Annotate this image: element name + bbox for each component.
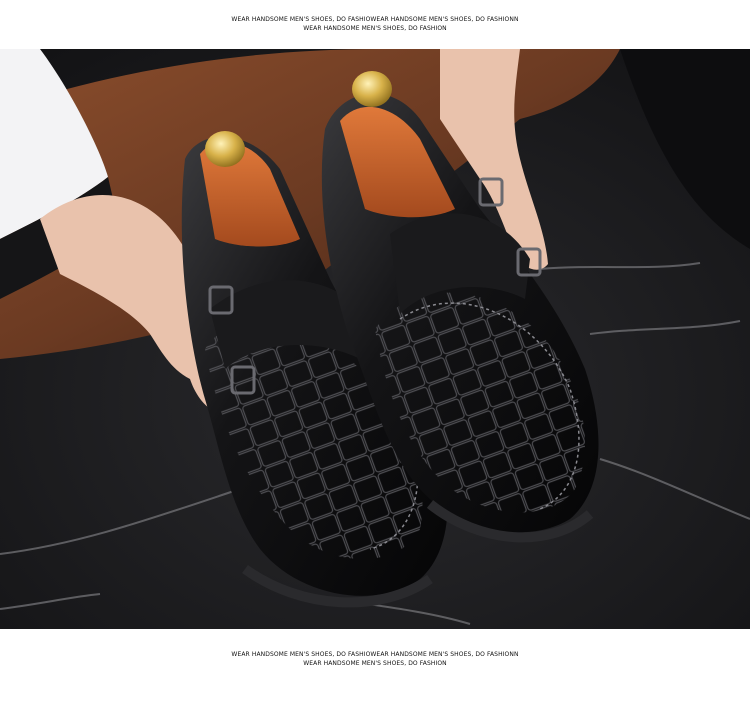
header-caption-line-1: WEAR HANDSOME MEN'S SHOES, DO FASHIOWEAR… <box>231 16 519 23</box>
header-caption-line-2: WEAR HANDSOME MEN'S SHOES, DO FASHION <box>303 25 447 32</box>
footer-caption-line-1: WEAR HANDSOME MEN'S SHOES, DO FASHIOWEAR… <box>231 651 519 658</box>
product-photo <box>0 49 750 629</box>
footer-caption: WEAR HANDSOME MEN'S SHOES, DO FASHIOWEAR… <box>0 650 750 668</box>
header-caption: WEAR HANDSOME MEN'S SHOES, DO FASHIOWEAR… <box>0 15 750 33</box>
footer-caption-line-2: WEAR HANDSOME MEN'S SHOES, DO FASHION <box>303 660 447 667</box>
